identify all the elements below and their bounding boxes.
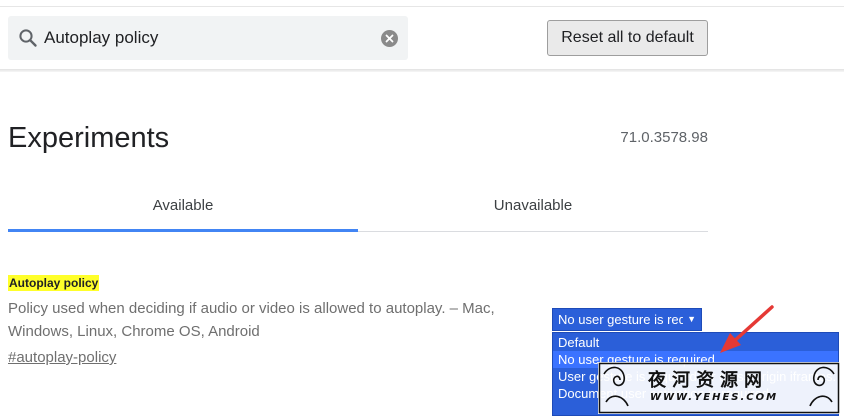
chevron-down-icon: ▼ — [687, 314, 696, 324]
select-option-default[interactable]: Default — [553, 334, 838, 351]
page-title: Experiments — [8, 122, 170, 154]
search-icon — [18, 28, 38, 48]
autoplay-policy-select[interactable]: No user gesture is required ▼ — [552, 308, 702, 331]
header-divider — [0, 69, 844, 72]
watermark-text: 夜河资源网 — [648, 370, 768, 391]
red-arrow-annotation — [720, 305, 774, 353]
window-top-edge — [0, 0, 844, 7]
active-tab-indicator — [8, 229, 358, 232]
search-box[interactable] — [8, 16, 408, 60]
flags-page: Reset all to default Experiments 71.0.35… — [0, 0, 844, 416]
experiment-description: Policy used when deciding if audio or vi… — [8, 300, 495, 340]
experiment-title: Autoplay policy — [8, 275, 100, 291]
reset-all-button[interactable]: Reset all to default — [547, 20, 708, 56]
search-input[interactable] — [44, 24, 374, 52]
clear-icon[interactable] — [381, 30, 398, 47]
tabs-divider — [358, 231, 708, 232]
experiment-permalink[interactable]: #autoplay-policy — [8, 347, 116, 369]
select-value: No user gesture is required — [558, 312, 683, 327]
version-label: 71.0.3578.98 — [620, 129, 708, 146]
watermark: 夜河资源网 WWW.YEHES.COM — [598, 362, 840, 414]
tab-available[interactable]: Available — [8, 186, 358, 230]
tab-unavailable[interactable]: Unavailable — [358, 186, 708, 230]
watermark-url: WWW.YEHES.COM — [650, 392, 779, 403]
